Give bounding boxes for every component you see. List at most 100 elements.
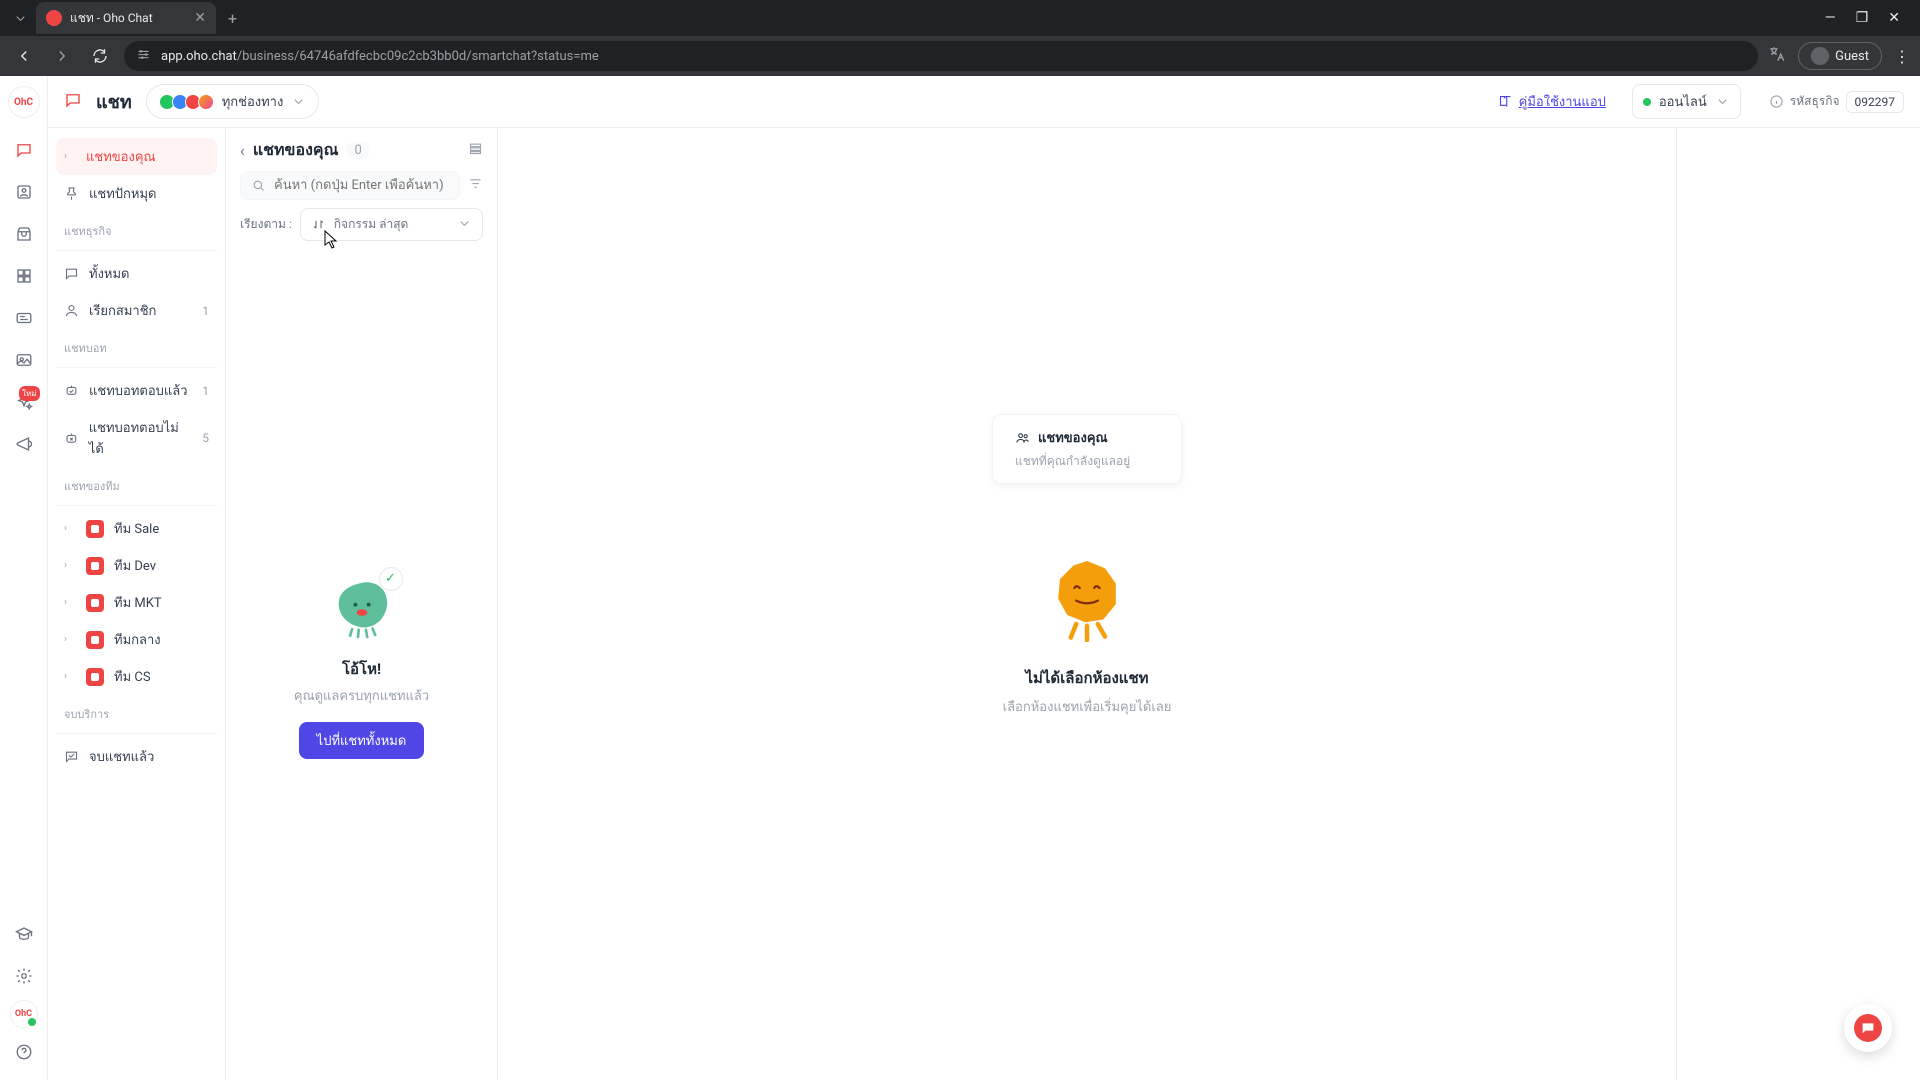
- window-maximize-icon[interactable]: ❐: [1856, 10, 1869, 26]
- filter-icon[interactable]: [468, 176, 483, 195]
- team-icon: [86, 668, 104, 686]
- header-chat-icon: [64, 91, 82, 113]
- tab-dropdown[interactable]: [8, 6, 32, 30]
- business-id: รหัสธุรกิจ 092297: [1769, 91, 1904, 113]
- browser-menu-icon[interactable]: ⋮: [1894, 47, 1910, 66]
- nav-back-icon[interactable]: [10, 42, 38, 70]
- rail-contacts-icon[interactable]: [6, 174, 42, 210]
- chat-icon: [64, 266, 79, 281]
- rail-user-avatar[interactable]: OhC: [10, 1000, 38, 1028]
- tab-title: แชท - Oho Chat: [70, 9, 186, 28]
- team-icon: [86, 557, 104, 575]
- chevron-right-icon: ›: [64, 560, 76, 571]
- right-panel: [1676, 128, 1920, 1080]
- rail-help-icon[interactable]: [6, 1034, 42, 1070]
- sidebar-section-team: แชทของทีม: [56, 467, 217, 501]
- browser-tab[interactable]: แชท - Oho Chat ✕: [36, 2, 216, 34]
- chat-bubble-icon: [1854, 1014, 1882, 1042]
- users-icon: [1015, 430, 1030, 445]
- tab-favicon-icon: [46, 10, 62, 26]
- chevron-right-icon: ›: [64, 671, 76, 682]
- empty-subtitle: คุณดูแลครบทุกแชทแล้ว: [294, 685, 429, 706]
- sidebar-item-team[interactable]: › ทีม CS: [56, 658, 217, 695]
- team-icon: [86, 520, 104, 538]
- search-input[interactable]: [240, 171, 460, 200]
- chevron-right-icon: ›: [64, 597, 76, 608]
- team-icon: [86, 594, 104, 612]
- profile-chip[interactable]: Guest: [1798, 42, 1882, 70]
- rail-dashboard-icon[interactable]: [6, 258, 42, 294]
- nav-rail: OhC ใหม่ OhC: [0, 76, 48, 1080]
- rail-settings-icon[interactable]: [6, 958, 42, 994]
- search-icon: [251, 178, 266, 193]
- status-dropdown[interactable]: ออนไลน์: [1632, 84, 1741, 119]
- manual-link[interactable]: คู่มือใช้งานแอป: [1498, 91, 1606, 112]
- app-header: แชท ทุกช่องทาง คู่มือใช้งานแอป ออนไลน์: [48, 76, 1920, 128]
- sidebar-item-all[interactable]: ทั้งหมด: [56, 255, 217, 292]
- team-icon: [86, 631, 104, 649]
- chat-detail-column: แชทของคุณ แชทที่คุณกำลังดูแลอยู่ ไม่ได้เ…: [498, 128, 1676, 1080]
- detail-empty-subtitle: เลือกห้องแชทเพื่อเริ่มคุยได้เลย: [1003, 696, 1172, 717]
- window-minimize-icon[interactable]: —: [1825, 10, 1836, 26]
- empty-title: โอ้โห!: [342, 657, 381, 681]
- url-text: app.oho.chat/business/64746afdfecbc09c2c…: [161, 49, 599, 64]
- tooltip-subtitle: แชทที่คุณกำลังดูแลอยู่: [1015, 452, 1159, 471]
- sidebar-item-pinned[interactable]: แชทปักหมุด: [56, 175, 217, 212]
- chat-list-column: ‹ แชทของคุณ 0 เร: [226, 128, 498, 1080]
- profile-avatar-icon: [1811, 47, 1829, 65]
- rail-badge: ใหม่: [19, 386, 39, 401]
- address-bar[interactable]: app.oho.chat/business/64746afdfecbc09c2c…: [124, 41, 1758, 71]
- rail-chat-icon[interactable]: [6, 132, 42, 168]
- sidebar-item-call-member[interactable]: เรียกสมาชิก 1: [56, 292, 217, 329]
- channel-label: ทุกช่องทาง: [222, 91, 284, 112]
- empty-illustration-icon: ✓: [327, 573, 397, 639]
- rail-media-icon[interactable]: [6, 342, 42, 378]
- new-tab-button[interactable]: +: [228, 9, 237, 28]
- nav-forward-icon[interactable]: [48, 42, 76, 70]
- list-back-icon[interactable]: ‹: [240, 141, 245, 160]
- sort-icon: [311, 217, 326, 232]
- list-empty-state: ✓ โอ้โห! คุณดูแลครบทุกแชทแล้ว ไปที่แชททั…: [226, 251, 497, 1080]
- sidebar-item-bot-unanswered[interactable]: แชทบอทตอบไม่ได้ 5: [56, 409, 217, 467]
- rail-ai-icon[interactable]: ใหม่: [6, 384, 42, 420]
- sidebar-item-ended[interactable]: จบแชทแล้ว: [56, 738, 217, 775]
- bot-x-icon: [64, 431, 79, 446]
- go-to-all-chats-button[interactable]: ไปที่แชททั้งหมด: [299, 722, 425, 759]
- help-fab[interactable]: [1844, 1004, 1892, 1052]
- search-field[interactable]: [274, 178, 449, 193]
- layout-toggle-icon[interactable]: [468, 141, 483, 160]
- chevron-down-icon: [457, 216, 472, 234]
- sort-dropdown[interactable]: กิจกรรม ล่าสุด: [300, 208, 483, 241]
- tooltip-card: แชทของคุณ แชทที่คุณกำลังดูแลอยู่: [992, 414, 1182, 484]
- sidebar-section-end: จบบริการ: [56, 695, 217, 729]
- tab-close-icon[interactable]: ✕: [194, 10, 206, 26]
- sidebar-section-business: แชทธุรกิจ: [56, 212, 217, 246]
- chevron-right-icon: ›: [64, 634, 76, 645]
- rail-broadcast-icon[interactable]: [6, 300, 42, 336]
- sidebar-section-bot: แชทบอท: [56, 329, 217, 363]
- list-count: 0: [346, 142, 369, 159]
- channel-dropdown[interactable]: ทุกช่องทาง: [146, 84, 320, 119]
- site-settings-icon[interactable]: [136, 47, 151, 66]
- chat-sidebar: › แชทของคุณ แชทปักหมุด แชทธุรกิจ ทั้งหมด…: [48, 128, 226, 1080]
- chevron-down-icon: [291, 94, 306, 109]
- chevron-right-icon: ›: [64, 151, 76, 162]
- status-label: ออนไลน์: [1659, 91, 1707, 112]
- sidebar-item-team[interactable]: › ทีม Sale: [56, 510, 217, 547]
- sidebar-item-bot-answered[interactable]: แชทบอทตอบแล้ว 1: [56, 372, 217, 409]
- rail-learn-icon[interactable]: [6, 916, 42, 952]
- sidebar-item-your-chat[interactable]: › แชทของคุณ: [56, 138, 217, 175]
- sidebar-item-team[interactable]: › ทีมกลาง: [56, 621, 217, 658]
- nav-reload-icon[interactable]: [86, 42, 114, 70]
- rail-campaign-icon[interactable]: [6, 426, 42, 462]
- sidebar-item-team[interactable]: › ทีม MKT: [56, 584, 217, 621]
- channel-icons: [159, 94, 214, 110]
- chevron-right-icon: ›: [64, 523, 76, 534]
- translate-icon[interactable]: [1768, 45, 1786, 67]
- sidebar-item-team[interactable]: › ทีม Dev: [56, 547, 217, 584]
- window-close-icon[interactable]: ✕: [1888, 10, 1900, 26]
- list-title: แชทของคุณ: [253, 138, 339, 163]
- app-logo-icon[interactable]: OhC: [8, 86, 40, 118]
- pin-icon: [64, 186, 79, 201]
- rail-store-icon[interactable]: [6, 216, 42, 252]
